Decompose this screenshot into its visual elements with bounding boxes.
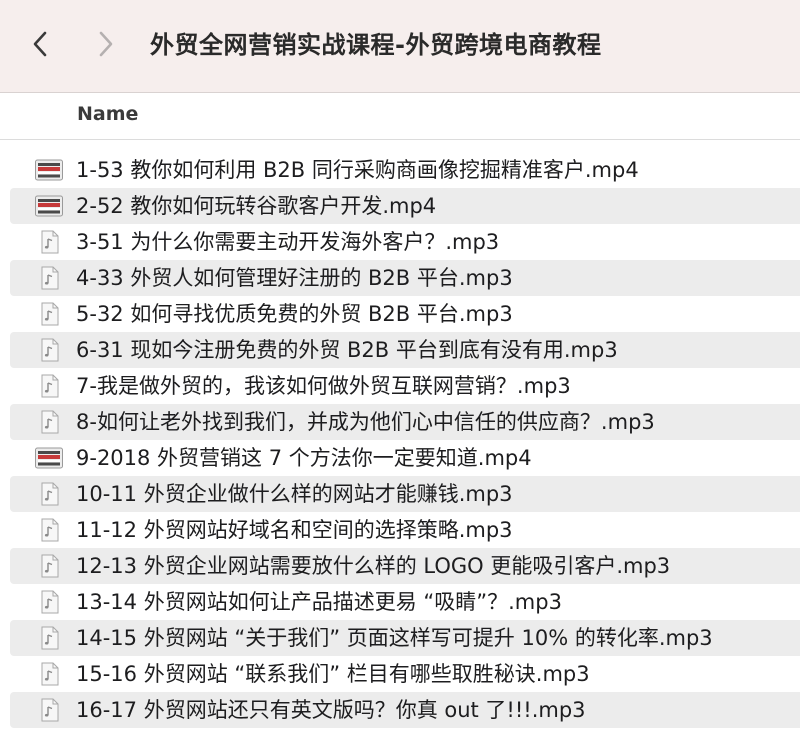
audio-file-icon bbox=[35, 338, 63, 362]
video-file-icon bbox=[35, 446, 63, 470]
file-name: 3-51 为什么你需要主动开发海外客户？.mp3 bbox=[76, 230, 500, 254]
file-row[interactable]: 9-2018 外贸营销这 7 个方法你一定要知道.mp4 bbox=[10, 440, 800, 476]
window-title: 外贸全网营销实战课程-外贸跨境电商教程 bbox=[150, 31, 602, 59]
file-row[interactable]: 7-我是做外贸的，我该如何做外贸互联网营销？.mp3 bbox=[10, 368, 800, 404]
file-row[interactable]: 8-如何让老外找到我们，并成为他们心中信任的供应商？.mp3 bbox=[10, 404, 800, 440]
file-row[interactable]: 2-52 教你如何玩转谷歌客户开发.mp4 bbox=[10, 188, 800, 224]
audio-file-icon bbox=[35, 374, 63, 398]
audio-file-icon bbox=[35, 410, 63, 434]
file-name: 2-52 教你如何玩转谷歌客户开发.mp4 bbox=[76, 194, 437, 218]
file-name: 13-14 外贸网站如何让产品描述更易 “吸睛”？.mp3 bbox=[76, 590, 562, 614]
forward-button[interactable] bbox=[88, 26, 124, 62]
file-name: 5-32 如何寻找优质免费的外贸 B2B 平台.mp3 bbox=[76, 302, 513, 326]
chevron-right-icon bbox=[99, 31, 113, 57]
file-list: 1-53 教你如何利用 B2B 同行采购商画像挖掘精准客户.mp4 2-52 教你… bbox=[0, 152, 800, 728]
file-name: 16-17 外贸网站还只有英文版吗？你真 out 了!!!.mp3 bbox=[76, 698, 586, 722]
audio-file-icon bbox=[35, 482, 63, 506]
file-row[interactable]: 15-16 外贸网站 “联系我们” 栏目有哪些取胜秘诀.mp3 bbox=[10, 656, 800, 692]
chevron-left-icon bbox=[33, 31, 47, 57]
file-row[interactable]: 14-15 外贸网站 “关于我们” 页面这样写可提升 10% 的转化率.mp3 bbox=[10, 620, 800, 656]
back-button[interactable] bbox=[22, 26, 58, 62]
file-row[interactable]: 1-53 教你如何利用 B2B 同行采购商画像挖掘精准客户.mp4 bbox=[10, 152, 800, 188]
audio-file-icon bbox=[35, 662, 63, 686]
toolbar: 外贸全网营销实战课程-外贸跨境电商教程 bbox=[0, 0, 800, 93]
file-row[interactable]: 4-33 外贸人如何管理好注册的 B2B 平台.mp3 bbox=[10, 260, 800, 296]
file-name: 12-13 外贸企业网站需要放什么样的 LOGO 更能吸引客户.mp3 bbox=[76, 554, 671, 578]
file-name: 4-33 外贸人如何管理好注册的 B2B 平台.mp3 bbox=[76, 266, 513, 290]
audio-file-icon bbox=[35, 698, 63, 722]
file-row[interactable]: 11-12 外贸网站好域名和空间的选择策略.mp3 bbox=[10, 512, 800, 548]
audio-file-icon bbox=[35, 626, 63, 650]
file-name: 8-如何让老外找到我们，并成为他们心中信任的供应商？.mp3 bbox=[76, 410, 655, 434]
audio-file-icon bbox=[35, 266, 63, 290]
audio-file-icon bbox=[35, 302, 63, 326]
column-header-name[interactable]: Name bbox=[77, 103, 138, 125]
audio-file-icon bbox=[35, 554, 63, 578]
file-row[interactable]: 16-17 外贸网站还只有英文版吗？你真 out 了!!!.mp3 bbox=[10, 692, 800, 728]
file-name: 15-16 外贸网站 “联系我们” 栏目有哪些取胜秘诀.mp3 bbox=[76, 662, 590, 686]
column-header: Name bbox=[0, 93, 800, 140]
audio-file-icon bbox=[35, 518, 63, 542]
video-file-icon bbox=[35, 194, 63, 218]
audio-file-icon bbox=[35, 230, 63, 254]
file-name: 9-2018 外贸营销这 7 个方法你一定要知道.mp4 bbox=[76, 446, 532, 470]
file-name: 1-53 教你如何利用 B2B 同行采购商画像挖掘精准客户.mp4 bbox=[76, 158, 639, 182]
file-name: 7-我是做外贸的，我该如何做外贸互联网营销？.mp3 bbox=[76, 374, 571, 398]
file-row[interactable]: 3-51 为什么你需要主动开发海外客户？.mp3 bbox=[10, 224, 800, 260]
file-row[interactable]: 10-11 外贸企业做什么样的网站才能赚钱.mp3 bbox=[10, 476, 800, 512]
audio-file-icon bbox=[35, 590, 63, 614]
file-row[interactable]: 6-31 现如今注册免费的外贸 B2B 平台到底有没有用.mp3 bbox=[10, 332, 800, 368]
file-name: 14-15 外贸网站 “关于我们” 页面这样写可提升 10% 的转化率.mp3 bbox=[76, 626, 713, 650]
file-row[interactable]: 12-13 外贸企业网站需要放什么样的 LOGO 更能吸引客户.mp3 bbox=[10, 548, 800, 584]
file-name: 6-31 现如今注册免费的外贸 B2B 平台到底有没有用.mp3 bbox=[76, 338, 618, 362]
file-name: 10-11 外贸企业做什么样的网站才能赚钱.mp3 bbox=[76, 482, 513, 506]
video-file-icon bbox=[35, 158, 63, 182]
file-row[interactable]: 5-32 如何寻找优质免费的外贸 B2B 平台.mp3 bbox=[10, 296, 800, 332]
file-row[interactable]: 13-14 外贸网站如何让产品描述更易 “吸睛”？.mp3 bbox=[10, 584, 800, 620]
file-name: 11-12 外贸网站好域名和空间的选择策略.mp3 bbox=[76, 518, 513, 542]
